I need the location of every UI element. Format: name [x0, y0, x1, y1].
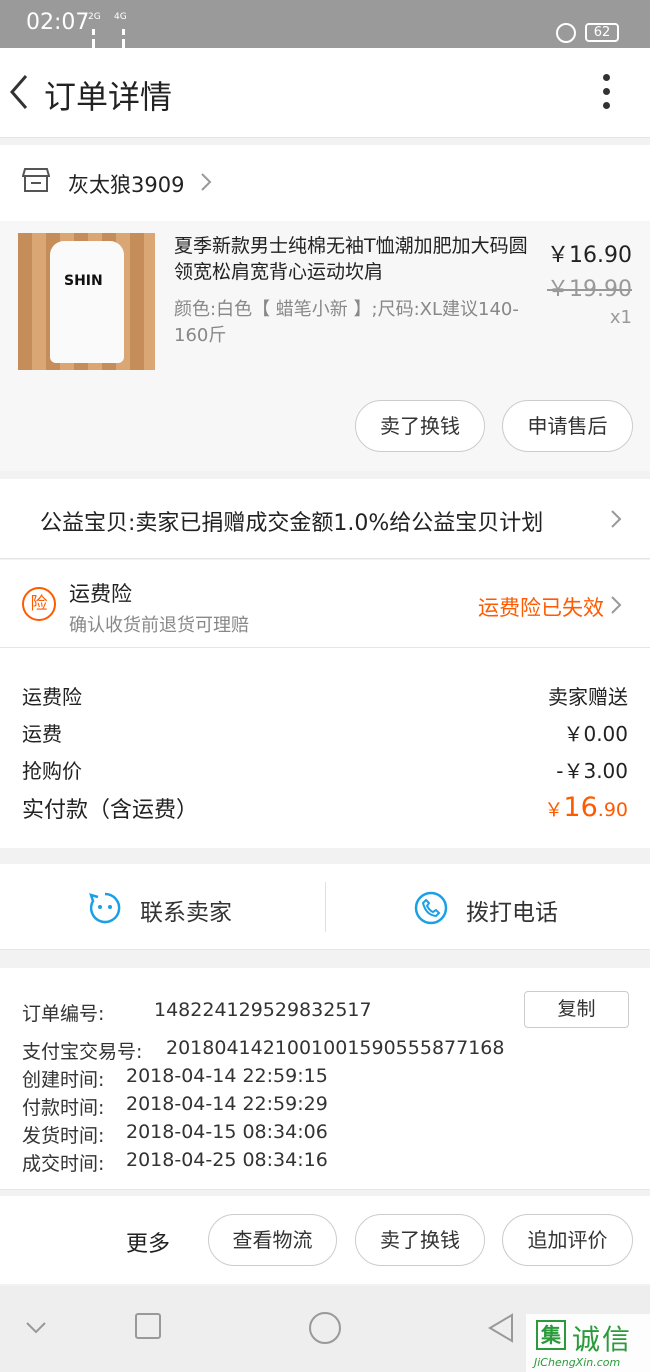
fee-label: 运费险: [22, 685, 82, 709]
bottom-action-bar: 更多 查看物流 卖了换钱 追加评价: [0, 1196, 650, 1284]
created-time-row: 创建时间: 2018-04-14 22:59:15: [22, 1065, 328, 1092]
alipay-number-row: 支付宝交易号: 2018041421001001590555877168: [22, 1037, 504, 1064]
total-currency: ￥: [544, 799, 564, 821]
add-review-button[interactable]: 追加评价: [502, 1214, 633, 1266]
insurance-status: 运费险已失效: [478, 596, 604, 620]
total-row: 实付款（含运费） ￥16.90: [22, 792, 628, 824]
status-time: 02:07: [26, 10, 90, 35]
rotation-lock-icon: [556, 23, 576, 43]
completed-time-row: 成交时间: 2018-04-25 08:34:16: [22, 1149, 328, 1176]
contact-seller-button[interactable]: 联系卖家: [0, 864, 325, 950]
shipped-time-label: 发货时间:: [22, 1125, 105, 1147]
product-thumbnail-logo: SHIN: [64, 273, 103, 289]
shipped-time-row: 发货时间: 2018-04-15 08:34:06: [22, 1121, 328, 1148]
shipped-time-value: 2018-04-15 08:34:06: [126, 1121, 328, 1143]
recent-apps-icon[interactable]: [134, 1312, 162, 1340]
back-arrow-icon[interactable]: [6, 72, 34, 112]
fee-value: ￥0.00: [563, 722, 628, 746]
paid-time-value: 2018-04-14 22:59:29: [126, 1093, 328, 1115]
sell-for-cash-button[interactable]: 卖了换钱: [355, 400, 485, 452]
insurance-badge-icon: 险: [22, 587, 56, 621]
fee-row: 运费险 卖家赠送: [22, 681, 628, 710]
total-value: ￥16.90: [544, 792, 628, 823]
chevron-right-icon: [611, 510, 622, 528]
chat-smile-icon: [89, 892, 121, 924]
view-logistics-button[interactable]: 查看物流: [208, 1214, 337, 1266]
network-4g-label: 4G: [114, 12, 127, 22]
fee-label: 运费: [22, 722, 62, 746]
total-integer: 16: [563, 792, 598, 823]
watermark-name: 诚信: [572, 1323, 633, 1356]
call-phone-button[interactable]: 拨打电话: [326, 864, 650, 950]
total-decimal: .90: [597, 799, 628, 821]
shop-name: 灰太狼3909: [68, 173, 185, 197]
more-actions-button[interactable]: 更多: [126, 1226, 170, 1258]
product-original-price: ￥19.90: [547, 277, 632, 302]
chevron-right-icon: [201, 173, 212, 191]
charity-row[interactable]: 公益宝贝:卖家已捐赠成交金额1.0%给公益宝贝计划: [0, 479, 650, 559]
fee-value: 卖家赠送: [548, 685, 628, 709]
created-time-value: 2018-04-14 22:59:15: [126, 1065, 328, 1087]
chevron-down-icon[interactable]: [24, 1320, 48, 1336]
phone-icon: [414, 891, 448, 925]
status-bar: 02:07 2G 4G 62: [0, 0, 650, 76]
order-item[interactable]: SHIN 夏季新款男士纯棉无袖T恤潮加肥加大码圆领宽松肩宽背心运动坎肩 颜色:白…: [0, 221, 650, 471]
top-nav-bar: 订单详情: [0, 48, 650, 138]
sell-for-cash-button[interactable]: 卖了换钱: [355, 1214, 485, 1266]
order-number-value: 148224129529832517: [154, 999, 372, 1021]
order-number-row: 订单编号: 148224129529832517: [22, 999, 372, 1026]
product-sku: 颜色:白色【 蜡笔小新 】;尺码:XL建议140-160斤: [174, 299, 519, 346]
more-options-icon[interactable]: [596, 70, 616, 116]
completed-time-label: 成交时间:: [22, 1153, 105, 1175]
chevron-right-icon: [611, 596, 622, 614]
order-number-label: 订单编号:: [22, 1003, 105, 1025]
watermark-box-icon: 集: [536, 1320, 566, 1350]
charity-text: 公益宝贝:卖家已捐赠成交金额1.0%给公益宝贝计划: [40, 511, 544, 536]
watermark-url: JiChengXin.com: [534, 1356, 621, 1369]
fee-row: 抢购价 -￥3.00: [22, 755, 628, 784]
alipay-number-label: 支付宝交易号:: [22, 1041, 143, 1063]
copy-button[interactable]: 复制: [524, 991, 629, 1028]
watermark-logo: 集 诚信 JiChengXin.com: [526, 1314, 650, 1372]
product-price: ￥16.90: [547, 243, 632, 268]
shop-row[interactable]: 灰太狼3909: [0, 145, 650, 221]
insurance-subtitle: 确认收货前退货可理赔: [69, 615, 249, 636]
contact-seller-label: 联系卖家: [140, 900, 232, 926]
call-phone-label: 拨打电话: [466, 900, 558, 926]
product-thumbnail[interactable]: SHIN: [18, 233, 155, 370]
fee-breakdown: 运费险 卖家赠送 运费 ￥0.00 抢购价 -￥3.00 实付款（含运费） ￥1…: [0, 648, 650, 848]
battery-icon: 62: [585, 23, 619, 42]
product-title: 夏季新款男士纯棉无袖T恤潮加肥加大码圆领宽松肩宽背心运动坎肩: [174, 235, 528, 283]
page-title: 订单详情: [44, 78, 173, 116]
store-icon: [22, 168, 50, 192]
network-2g-label: 2G: [88, 12, 101, 22]
order-info: 订单编号: 148224129529832517 复制 支付宝交易号: 2018…: [0, 968, 650, 1190]
alipay-number-value: 2018041421001001590555877168: [166, 1037, 505, 1059]
product-quantity: x1: [609, 307, 632, 328]
contact-bar: 联系卖家 拨打电话: [0, 864, 650, 950]
fee-value: -￥3.00: [556, 759, 628, 783]
fee-row: 运费 ￥0.00: [22, 718, 628, 747]
insurance-title: 运费险: [69, 582, 132, 606]
home-icon[interactable]: [308, 1311, 342, 1345]
completed-time-value: 2018-04-25 08:34:16: [126, 1149, 328, 1171]
total-label: 实付款（含运费）: [22, 798, 199, 823]
shipping-insurance-row[interactable]: 险 运费险 确认收货前退货可理赔 运费险已失效: [0, 560, 650, 648]
created-time-label: 创建时间:: [22, 1069, 105, 1091]
fee-label: 抢购价: [22, 759, 82, 783]
after-sale-button[interactable]: 申请售后: [502, 400, 633, 452]
back-triangle-icon[interactable]: [486, 1312, 516, 1344]
paid-time-label: 付款时间:: [22, 1097, 105, 1119]
paid-time-row: 付款时间: 2018-04-14 22:59:29: [22, 1093, 328, 1120]
